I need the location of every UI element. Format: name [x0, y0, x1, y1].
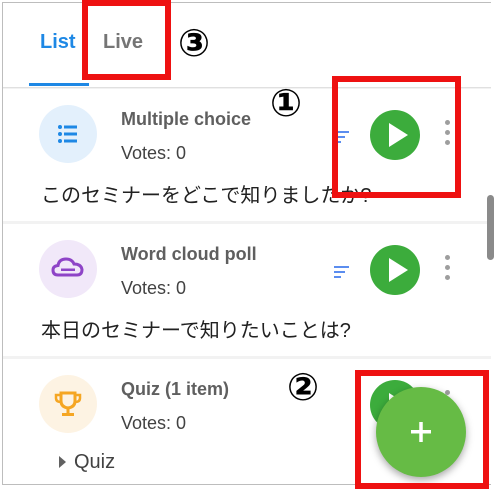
expand-caret-icon[interactable] [59, 456, 66, 468]
annotation-number-1: ① [270, 81, 303, 125]
poll-question: 本日のセミナーで知りたいことは? [41, 320, 351, 342]
poll-card-word-cloud[interactable]: Word cloud poll Votes: 0 本日のセミナーで知りたいことは… [3, 224, 491, 356]
trophy-icon [39, 375, 97, 433]
list-icon [39, 105, 97, 163]
scrollbar[interactable] [487, 195, 494, 260]
annotation-number-2: ② [287, 365, 320, 409]
annotation-number-3: ③ [178, 21, 211, 65]
poll-votes: Votes: 0 [121, 143, 187, 163]
annotation-box-live-tab [82, 0, 171, 80]
sort-icon[interactable] [334, 265, 350, 279]
play-icon [389, 258, 408, 282]
poll-title: Word cloud poll [121, 244, 257, 264]
active-tab-indicator [29, 83, 89, 86]
quiz-subitem[interactable]: Quiz [74, 451, 115, 474]
annotation-box-play-button [332, 76, 461, 198]
annotation-box-add-button [355, 370, 489, 489]
poll-votes: Votes: 0 [121, 413, 187, 433]
tab-list[interactable]: List [40, 31, 76, 54]
start-poll-button[interactable] [370, 245, 420, 295]
poll-title: Quiz (1 item) [121, 379, 230, 399]
cloud-icon [39, 240, 97, 298]
poll-question: このセミナーをどこで知りましたか? [41, 185, 372, 207]
poll-title: Multiple choice [121, 109, 252, 129]
more-options-icon[interactable] [443, 255, 451, 283]
poll-votes: Votes: 0 [121, 278, 187, 298]
